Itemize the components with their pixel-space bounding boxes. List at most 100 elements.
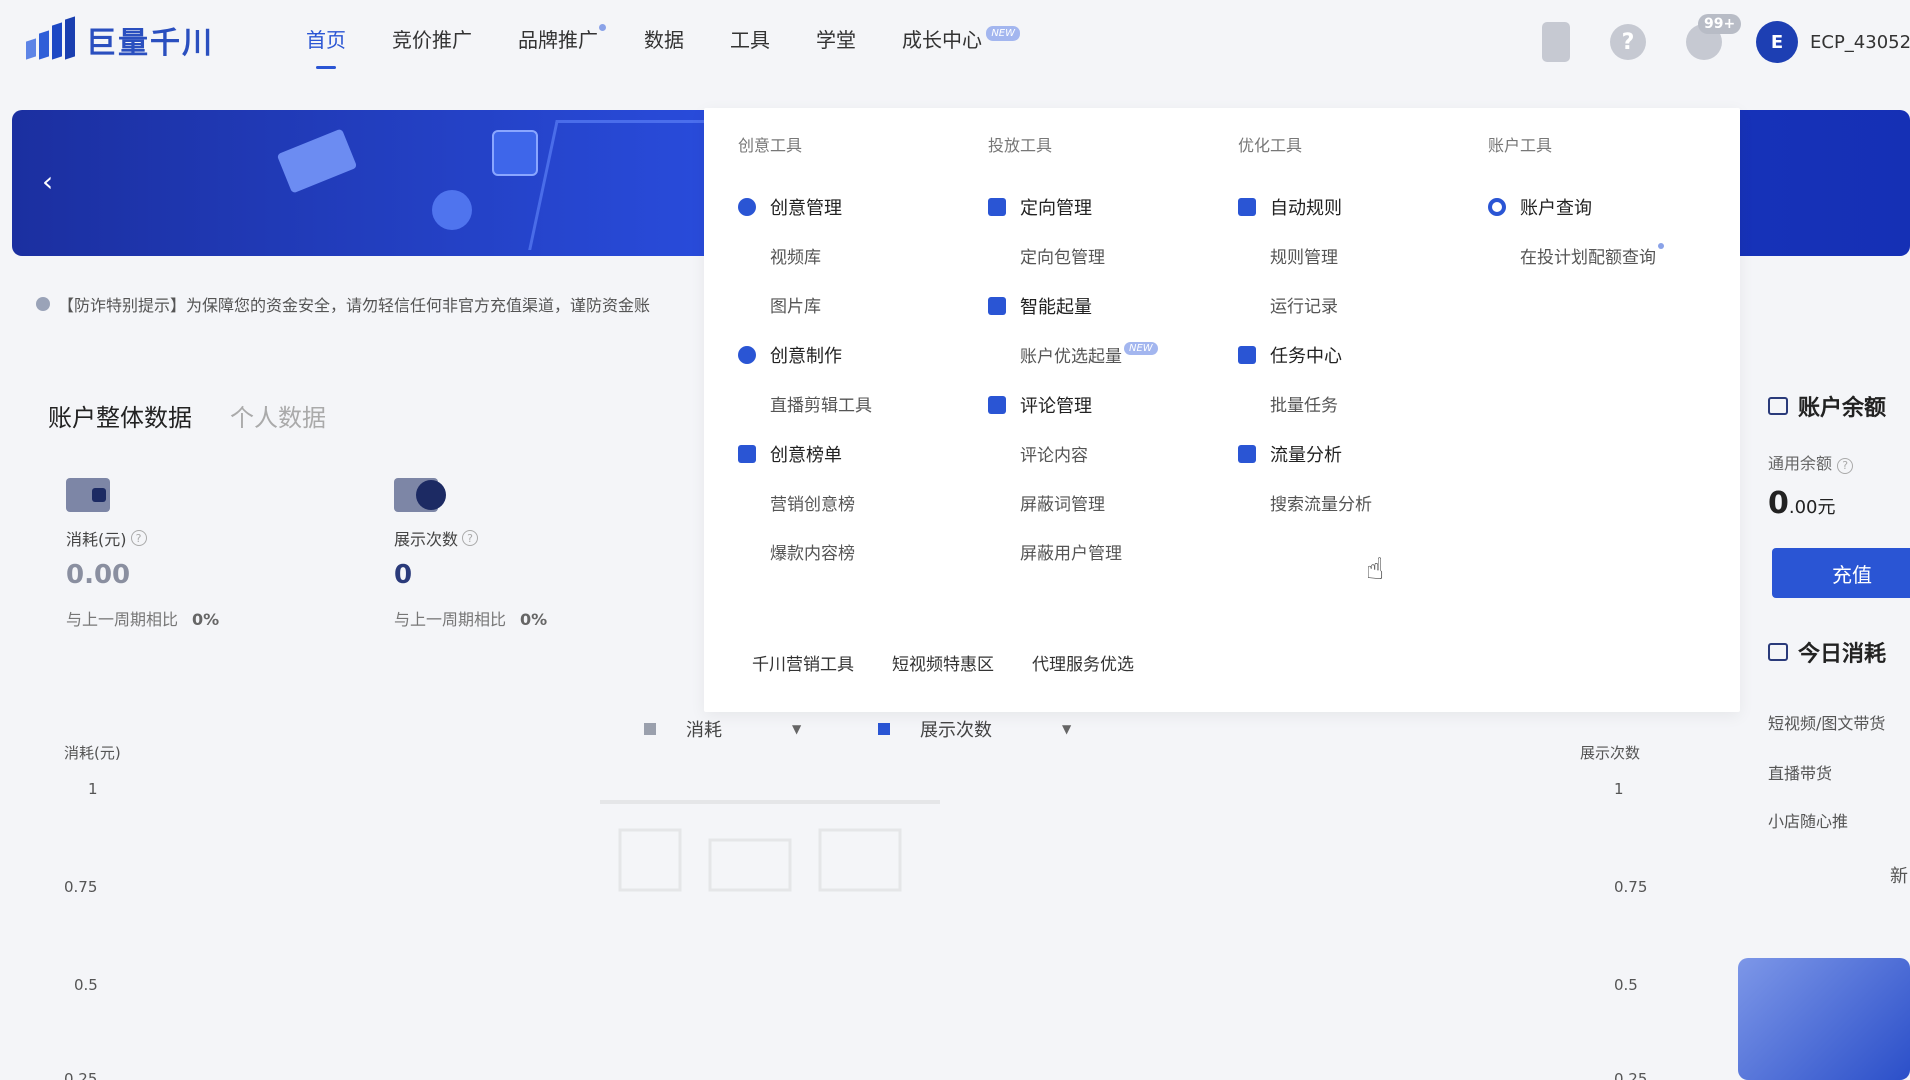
empty-chart-illustration-icon xyxy=(600,800,940,892)
menu-subitem-label: 在投计划配额查询 xyxy=(1520,248,1656,268)
menu-subitem[interactable]: 营销创意榜 xyxy=(770,490,872,516)
menu-item-targeting[interactable]: 定向管理 xyxy=(988,194,1158,220)
balance-amount: 0.00元 xyxy=(1768,486,1836,521)
balance-unit: 元 xyxy=(1817,497,1836,518)
account-name[interactable]: ECP_43052 xyxy=(1810,32,1910,53)
menu-subitem[interactable]: 运行记录 xyxy=(1270,292,1372,318)
menu-item-label: 任务中心 xyxy=(1270,346,1342,367)
menu-subitem[interactable]: 屏蔽用户管理 xyxy=(1020,539,1158,565)
y-tick-right: 0.5 xyxy=(1614,976,1638,994)
menu-subitem[interactable]: 评论内容 xyxy=(1020,441,1158,467)
top-right-actions: ? 99+ E ECP_43052 xyxy=(1542,14,1910,70)
message-icon[interactable]: 99+ xyxy=(1686,14,1742,60)
left-axis-title: 消耗(元) xyxy=(64,744,121,762)
stat-compare-label: 与上一周期相比 xyxy=(394,610,507,629)
brand-logo[interactable]: 巨量千川 xyxy=(24,16,214,62)
menu-group: 任务中心 批量任务 xyxy=(1238,342,1372,417)
help-icon[interactable]: ? xyxy=(462,530,479,546)
promo-thumbnail[interactable] xyxy=(1738,958,1910,1080)
nav-label: 成长中心 xyxy=(902,28,982,52)
today-item: 小店随心推 xyxy=(1768,812,1849,831)
legend-label: 消耗 xyxy=(686,720,722,741)
chevron-down-icon[interactable]: ▼ xyxy=(1062,722,1071,736)
help-icon[interactable]: ? xyxy=(130,530,147,546)
menu-item-label: 创意管理 xyxy=(770,198,842,219)
stat-compare: 与上一周期相比 0% xyxy=(394,606,547,630)
nav-growth[interactable]: 成长中心 NEW xyxy=(902,24,1020,72)
nav-data[interactable]: 数据 xyxy=(644,24,684,72)
nav-label: 工具 xyxy=(730,28,770,52)
legend-label: 展示次数 xyxy=(920,720,992,741)
avatar[interactable]: E xyxy=(1756,21,1798,63)
question-icon[interactable]: ? xyxy=(1610,24,1646,60)
y-tick-left: 0.5 xyxy=(74,976,98,994)
banner-prev-icon[interactable]: ‹ xyxy=(42,165,53,198)
nav-label: 数据 xyxy=(644,28,684,52)
nav-brand[interactable]: 品牌推广 xyxy=(518,24,606,72)
right-axis-title: 展示次数 xyxy=(1580,744,1641,762)
balance-int: 0 xyxy=(1768,486,1789,521)
menu-item-smart-boost[interactable]: 智能起量 xyxy=(988,293,1158,319)
analysis-icon xyxy=(1238,445,1256,463)
menu-item-label: 创意制作 xyxy=(770,346,842,367)
legend-swatch xyxy=(644,723,656,735)
wallet-icon xyxy=(66,478,110,512)
new-link[interactable]: 新 xyxy=(1890,862,1908,888)
footer-link[interactable]: 代理服务优选 xyxy=(1032,650,1134,675)
menu-item-traffic-analysis[interactable]: 流量分析 xyxy=(1238,441,1372,467)
stat-value: 0 xyxy=(394,560,413,590)
nav-home[interactable]: 首页 xyxy=(306,24,346,72)
chart-legend-cost[interactable]: 消耗 ▼ xyxy=(644,716,801,742)
menu-subitem[interactable]: 爆款内容榜 xyxy=(770,539,872,565)
menu-item-task-center[interactable]: 任务中心 xyxy=(1238,342,1372,368)
balance-title-text: 账户余额 xyxy=(1798,396,1887,421)
menu-subitem[interactable]: 账户优选起量 NEW xyxy=(1020,342,1158,368)
nav-academy[interactable]: 学堂 xyxy=(816,24,856,72)
ring-icon xyxy=(1488,198,1506,216)
footer-link[interactable]: 短视频特惠区 xyxy=(892,650,994,675)
chart-legend-impressions[interactable]: 展示次数 ▼ xyxy=(878,716,1071,742)
menu-item-creative-ranking[interactable]: 创意榜单 xyxy=(738,441,872,467)
menu-item-label: 账户查询 xyxy=(1520,198,1592,219)
bulb-icon xyxy=(738,198,756,216)
footer-link[interactable]: 千川营销工具 xyxy=(752,650,854,675)
menu-subitem[interactable]: 批量任务 xyxy=(1270,391,1372,417)
menu-item-label: 创意榜单 xyxy=(770,445,842,466)
nav-tools[interactable]: 工具 xyxy=(730,24,770,72)
help-icon[interactable]: ? xyxy=(1837,457,1854,474)
today-item: 直播带货 xyxy=(1768,764,1833,783)
menu-subitem[interactable]: 搜索流量分析 xyxy=(1270,490,1372,516)
menu-column-creative: 创意工具 创意管理 视频库 图片库 创意制作 直播剪辑工具 创意榜单 营销创意榜… xyxy=(738,132,872,565)
menu-subitem[interactable]: 定向包管理 xyxy=(1020,243,1158,269)
menu-item-creative-manage[interactable]: 创意管理 xyxy=(738,194,872,220)
stat-cost: 消耗(元)? 0.00 与上一周期相比 0% xyxy=(66,478,219,630)
menu-subitem[interactable]: 在投计划配额查询 xyxy=(1520,243,1664,269)
phone-icon[interactable] xyxy=(1542,22,1570,62)
menu-subitem[interactable]: 图片库 xyxy=(770,292,872,318)
message-count-badge: 99+ xyxy=(1698,14,1742,34)
menu-subitem[interactable]: 屏蔽词管理 xyxy=(1020,490,1158,516)
menu-item-auto-rules[interactable]: 自动规则 xyxy=(1238,194,1372,220)
nav-dot-indicator xyxy=(599,24,606,31)
play-icon xyxy=(394,478,446,512)
menu-group: 创意制作 直播剪辑工具 xyxy=(738,342,872,417)
menu-item-label: 评论管理 xyxy=(1020,396,1092,417)
menu-subitem[interactable]: 视频库 xyxy=(770,243,872,269)
bulb-icon xyxy=(738,346,756,364)
menu-item-comments[interactable]: 评论管理 xyxy=(988,392,1158,418)
recharge-button[interactable]: 充值 xyxy=(1772,548,1910,598)
nav-bidding[interactable]: 竞价推广 xyxy=(392,24,472,72)
comment-icon xyxy=(988,396,1006,414)
tab-personal-data[interactable]: 个人数据 xyxy=(230,398,326,433)
tab-account-data[interactable]: 账户整体数据 xyxy=(48,398,192,433)
chevron-down-icon[interactable]: ▼ xyxy=(792,722,801,736)
menu-subitem[interactable]: 直播剪辑工具 xyxy=(770,391,872,417)
menu-column-account: 账户工具 账户查询 在投计划配额查询 xyxy=(1488,132,1664,269)
column-title: 投放工具 xyxy=(988,136,1053,155)
notice-text: 【防诈特别提示】为保障您的资金安全，请勿轻信任何非官方充值渠道，谨防资金账 xyxy=(58,296,651,315)
menu-item-creative-make[interactable]: 创意制作 xyxy=(738,342,872,368)
menu-subitem[interactable]: 规则管理 xyxy=(1270,243,1372,269)
avail-label-text: 通用余额 xyxy=(1768,454,1833,473)
column-title: 账户工具 xyxy=(1488,136,1553,155)
menu-item-account-query[interactable]: 账户查询 xyxy=(1488,194,1656,220)
